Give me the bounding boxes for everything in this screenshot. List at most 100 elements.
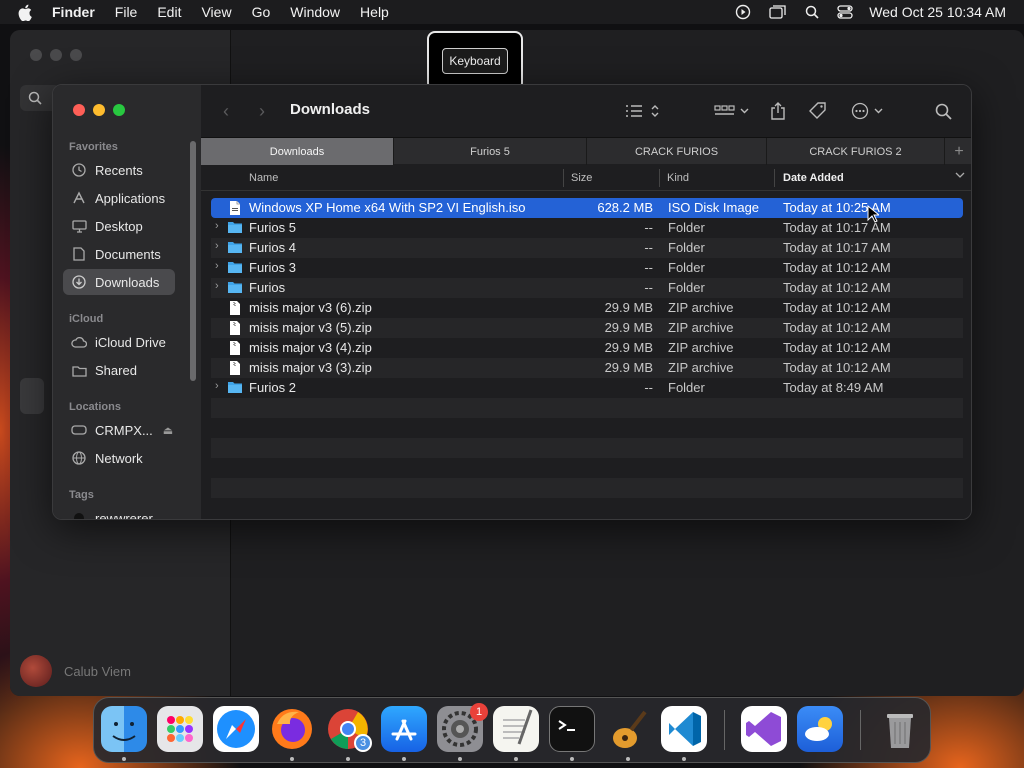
back-chevron-icon[interactable]: ‹ [223, 101, 229, 122]
empty-row [211, 458, 963, 478]
safari-app-icon[interactable] [213, 706, 259, 752]
sidebar-item-applications[interactable]: Applications [63, 185, 175, 211]
disclosure-chevron-icon[interactable]: › [215, 280, 219, 292]
sidebar-item-network[interactable]: Network [63, 445, 175, 471]
app-store-icon[interactable] [381, 706, 427, 752]
background-window-item[interactable] [20, 378, 44, 414]
apple-menu-icon[interactable] [18, 3, 38, 21]
tab-downloads[interactable]: Downloads [201, 138, 394, 165]
table-row[interactable]: Windows XP Home x64 With SP2 VI English.… [211, 198, 963, 218]
table-row[interactable]: › Furios 3 -- Folder Today at 10:12 AM [211, 258, 963, 278]
file-date: Today at 10:17 AM [783, 240, 891, 255]
menu-help[interactable]: Help [360, 4, 389, 20]
close-button[interactable] [73, 104, 85, 116]
table-row[interactable]: › Furios 5 -- Folder Today at 10:17 AM [211, 218, 963, 238]
profile[interactable]: Calub Viem [20, 655, 131, 687]
finder-app-icon[interactable] [101, 706, 147, 752]
zip-file-icon [227, 360, 243, 376]
file-name: misis major v3 (6).zip [249, 300, 372, 315]
menu-window[interactable]: Window [290, 4, 340, 20]
table-row[interactable]: › Furios 2 -- Folder Today at 8:49 AM [211, 378, 963, 398]
column-date-added[interactable]: Date Added [783, 172, 844, 184]
folder-icon [227, 260, 243, 276]
file-size: -- [644, 220, 653, 235]
sidebar-item-icloud-drive[interactable]: iCloud Drive [63, 329, 175, 355]
sort-chevron-down-icon[interactable] [955, 170, 965, 183]
table-row[interactable]: misis major v3 (6).zip 29.9 MB ZIP archi… [211, 298, 963, 318]
sidebar-header-favorites: Favorites [69, 141, 118, 153]
empty-row [211, 398, 963, 418]
menu-file[interactable]: File [115, 4, 138, 20]
menu-view[interactable]: View [201, 4, 231, 20]
weather-app-icon[interactable] [797, 706, 843, 752]
eject-icon[interactable]: ⏏ [163, 424, 173, 437]
menu-bar: Finder File Edit View Go Window Help Wed… [0, 0, 1024, 24]
sidebar-item-downloads[interactable]: Downloads [63, 269, 175, 295]
launchpad-app-icon[interactable] [157, 706, 203, 752]
sidebar-item-tag[interactable]: rewwrerer [63, 505, 175, 519]
table-row[interactable]: misis major v3 (5).zip 29.9 MB ZIP archi… [211, 318, 963, 338]
sidebar-item-documents[interactable]: Documents [63, 241, 175, 267]
column-name[interactable]: Name [249, 172, 278, 184]
table-row[interactable]: misis major v3 (4).zip 29.9 MB ZIP archi… [211, 338, 963, 358]
minimize-button[interactable] [93, 104, 105, 116]
table-row[interactable]: › Furios -- Folder Today at 10:12 AM [211, 278, 963, 298]
forward-chevron-icon[interactable]: › [259, 101, 265, 122]
sidebar-item-desktop[interactable]: Desktop [63, 213, 175, 239]
sidebar-item-shared[interactable]: Shared [63, 357, 175, 383]
file-size: 29.9 MB [604, 300, 653, 315]
tab-crack-furios[interactable]: CRACK FURIOS [587, 138, 767, 165]
windows-icon[interactable] [769, 5, 787, 19]
disclosure-chevron-icon[interactable]: › [215, 240, 219, 252]
menu-edit[interactable]: Edit [157, 4, 181, 20]
disclosure-chevron-icon[interactable]: › [215, 220, 219, 232]
settings-badge: 1 [470, 703, 488, 721]
table-row[interactable]: misis major v3 (3).zip 29.9 MB ZIP archi… [211, 358, 963, 378]
tab-crack-furios-2[interactable]: CRACK FURIOS 2 [767, 138, 945, 165]
column-kind[interactable]: Kind [667, 172, 689, 184]
zoom-button[interactable] [113, 104, 125, 116]
file-name: misis major v3 (3).zip [249, 360, 372, 375]
menu-app-name[interactable]: Finder [52, 4, 95, 20]
column-size[interactable]: Size [571, 172, 592, 184]
new-tab-plus-icon[interactable]: + [945, 138, 971, 165]
group-grid-icon[interactable] [714, 99, 750, 123]
share-icon[interactable] [770, 99, 786, 123]
menu-clock[interactable]: Wed Oct 25 10:34 AM [869, 4, 1006, 20]
zip-file-icon [227, 300, 243, 316]
garageband-app-icon[interactable] [605, 706, 651, 752]
more-actions-icon[interactable] [851, 99, 885, 123]
sidebar-header-icloud: iCloud [69, 313, 104, 325]
vscode-app-icon[interactable] [661, 706, 707, 752]
list-view-icon[interactable] [625, 99, 659, 123]
file-icon [227, 200, 243, 216]
visual-studio-app-icon[interactable] [741, 706, 787, 752]
disclosure-chevron-icon[interactable]: › [215, 380, 219, 392]
file-name: Furios 4 [249, 240, 296, 255]
shared-folder-icon [71, 362, 87, 378]
sidebar-item-crmpx-drive[interactable]: CRMPX... ⏏ [63, 417, 175, 443]
terminal-app-icon[interactable] [549, 706, 595, 752]
window-title: Downloads [290, 101, 371, 118]
menu-go[interactable]: Go [252, 4, 271, 20]
trash-icon[interactable] [877, 706, 923, 752]
keyboard-shortcut-overlay: Keyboard [427, 31, 523, 91]
file-name: Furios 3 [249, 260, 296, 275]
control-center-icon[interactable] [837, 5, 853, 19]
table-row[interactable]: › Furios 4 -- Folder Today at 10:17 AM [211, 238, 963, 258]
tag-icon[interactable] [809, 99, 827, 123]
sidebar-item-recents[interactable]: Recents [63, 157, 175, 183]
tab-furios-5[interactable]: Furios 5 [394, 138, 587, 165]
file-kind: ZIP archive [668, 300, 734, 315]
textedit-app-icon[interactable] [493, 706, 539, 752]
firefox-app-icon[interactable] [269, 706, 315, 752]
sidebar-scrollbar[interactable] [190, 141, 196, 381]
spotlight-search-icon[interactable] [805, 5, 819, 19]
empty-row [211, 418, 963, 438]
download-icon [71, 274, 87, 290]
play-circle-icon[interactable] [735, 4, 751, 20]
disclosure-chevron-icon[interactable]: › [215, 260, 219, 272]
file-date: Today at 10:12 AM [783, 260, 891, 275]
search-icon[interactable] [935, 99, 952, 123]
avatar [20, 655, 52, 687]
